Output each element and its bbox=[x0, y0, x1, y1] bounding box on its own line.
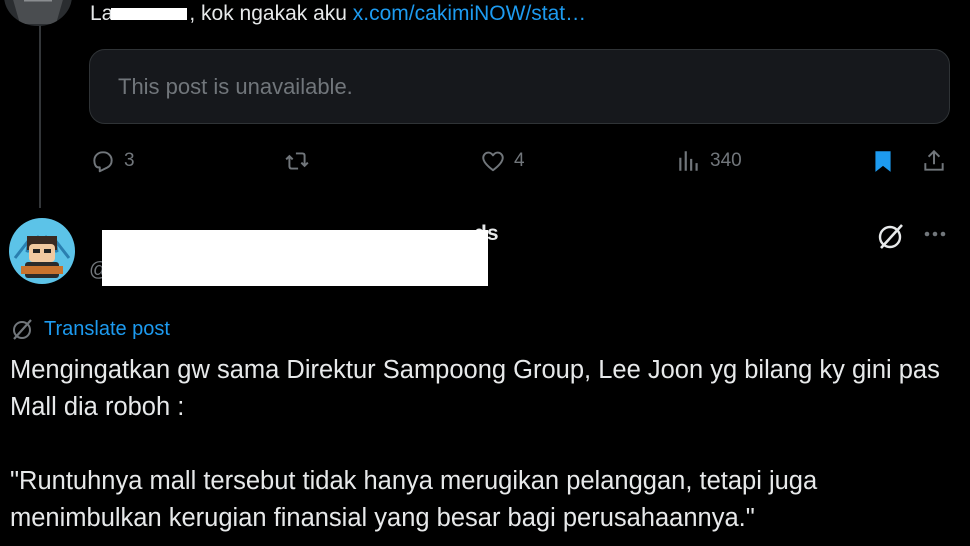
grok-button[interactable] bbox=[875, 220, 907, 252]
thread-line bbox=[39, 0, 41, 208]
views-button[interactable]: 340 bbox=[676, 147, 742, 175]
post-text: Mengingatkan gw sama Direktur Sampoong G… bbox=[10, 352, 960, 537]
grok-translate-icon bbox=[13, 319, 32, 340]
post-paragraph: Mengingatkan gw sama Direktur Sampoong G… bbox=[10, 356, 940, 421]
analytics-icon bbox=[679, 151, 698, 171]
share-button[interactable] bbox=[921, 147, 947, 175]
translate-post-link[interactable]: Translate post bbox=[10, 316, 170, 342]
bookmark-button[interactable] bbox=[870, 147, 896, 175]
reply-text: La , kok ngakak aku x.com/cakimiNOW/stat… bbox=[90, 2, 586, 26]
redaction-block bbox=[102, 230, 488, 286]
bookmark-icon bbox=[875, 151, 891, 172]
more-options-button[interactable] bbox=[920, 219, 952, 251]
post-paragraph: "Runtuhnya mall tersebut tidak hanya mer… bbox=[10, 467, 818, 532]
redaction-bar bbox=[111, 8, 188, 21]
reply-button[interactable]: 3 bbox=[90, 147, 135, 175]
like-button[interactable]: 4 bbox=[480, 147, 525, 175]
reply-text-start: La bbox=[90, 2, 114, 25]
unavailable-text: This post is unavailable. bbox=[118, 73, 353, 99]
unavailable-post-card: This post is unavailable. bbox=[89, 49, 950, 124]
like-count: 4 bbox=[514, 150, 525, 171]
view-count: 340 bbox=[710, 150, 742, 171]
more-icon bbox=[924, 231, 946, 237]
grok-icon bbox=[878, 224, 903, 249]
reply-avatar[interactable] bbox=[4, 0, 72, 26]
reply-count: 3 bbox=[124, 150, 135, 171]
translate-label: Translate post bbox=[44, 317, 170, 340]
reply-link[interactable]: x.com/cakimiNOW/stat… bbox=[353, 2, 586, 25]
heart-icon bbox=[482, 151, 504, 172]
author-avatar[interactable] bbox=[9, 218, 75, 284]
reply-text-middle: , kok ngakak aku bbox=[189, 2, 353, 25]
repost-button[interactable] bbox=[284, 147, 310, 175]
share-icon bbox=[924, 149, 944, 171]
repost-icon bbox=[285, 152, 309, 170]
reply-icon bbox=[93, 151, 113, 173]
